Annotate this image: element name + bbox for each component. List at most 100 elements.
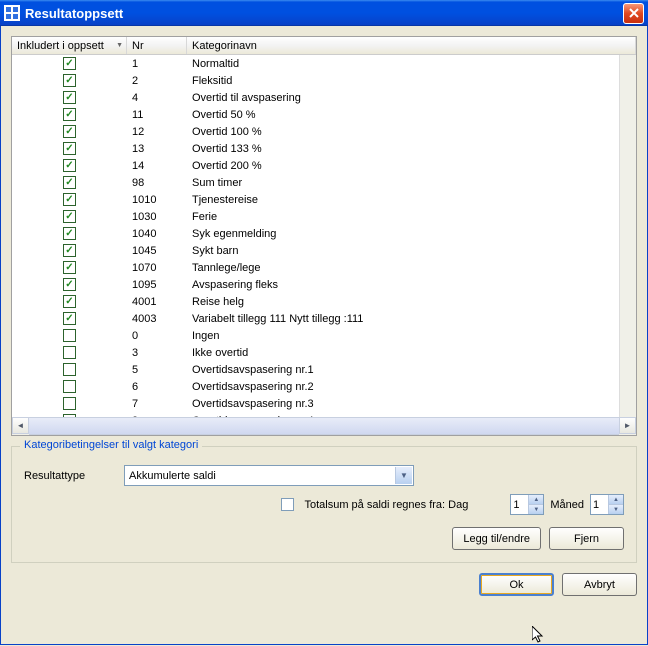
cell-inkludert: ✓: [12, 227, 127, 240]
table-row[interactable]: 6Overtidsavspasering nr.2: [12, 378, 636, 395]
row-checkbox[interactable]: [63, 363, 76, 376]
dag-spinner[interactable]: 1 ▲▼: [510, 494, 544, 515]
row-checkbox[interactable]: ✓: [63, 57, 76, 70]
table-row[interactable]: ✓4003Variabelt tillegg 111 Nytt tillegg …: [12, 310, 636, 327]
grid-body: ✓1Normaltid✓2Fleksitid✓4Overtid til avsp…: [12, 55, 636, 417]
sort-indicator-icon: ▼: [116, 42, 123, 49]
cell-kategori: Reise helg: [187, 296, 636, 308]
row-checkbox[interactable]: [63, 380, 76, 393]
cell-inkludert: [12, 397, 127, 410]
scroll-track[interactable]: [29, 417, 619, 435]
row-checkbox[interactable]: ✓: [63, 244, 76, 257]
table-row[interactable]: 3Ikke overtid: [12, 344, 636, 361]
table-row[interactable]: ✓1070Tannlege/lege: [12, 259, 636, 276]
scroll-right-button[interactable]: ►: [619, 417, 636, 434]
cell-kategori: Overtidsavspasering nr.2: [187, 381, 636, 393]
grid-header: Inkludert i oppsett ▼ Nr Kategorinavn: [12, 37, 636, 55]
row-checkbox[interactable]: ✓: [63, 193, 76, 206]
table-row[interactable]: ✓1045Sykt barn: [12, 242, 636, 259]
row-checkbox[interactable]: ✓: [63, 210, 76, 223]
app-icon: [4, 5, 20, 21]
table-row[interactable]: ✓1Normaltid: [12, 55, 636, 72]
row-checkbox[interactable]: ✓: [63, 74, 76, 87]
table-row[interactable]: 7Overtidsavspasering nr.3: [12, 395, 636, 412]
cell-inkludert: ✓: [12, 74, 127, 87]
row-checkbox[interactable]: [63, 346, 76, 359]
row-checkbox[interactable]: [63, 397, 76, 410]
cell-inkludert: ✓: [12, 244, 127, 257]
cell-nr: 1030: [127, 211, 187, 223]
cell-nr: 98: [127, 177, 187, 189]
table-row[interactable]: ✓1030Ferie: [12, 208, 636, 225]
cell-kategori: Avspasering fleks: [187, 279, 636, 291]
dag-value: 1: [513, 499, 519, 511]
table-row[interactable]: ✓4001Reise helg: [12, 293, 636, 310]
cell-nr: 4: [127, 92, 187, 104]
ok-button[interactable]: Ok: [479, 573, 554, 596]
vertical-scrollbar[interactable]: [619, 55, 636, 417]
cell-nr: 7: [127, 398, 187, 410]
cell-inkludert: ✓: [12, 125, 127, 138]
cell-inkludert: ✓: [12, 159, 127, 172]
cell-nr: 1095: [127, 279, 187, 291]
row-checkbox[interactable]: ✓: [63, 176, 76, 189]
totalsum-checkbox[interactable]: [281, 498, 294, 511]
table-row[interactable]: 0Ingen: [12, 327, 636, 344]
cell-nr: 11: [127, 109, 187, 121]
table-row[interactable]: ✓11Overtid 50 %: [12, 106, 636, 123]
cell-nr: 1045: [127, 245, 187, 257]
horizontal-scrollbar[interactable]: ◄ ►: [12, 417, 636, 435]
spin-down-icon[interactable]: ▼: [608, 505, 623, 514]
row-checkbox[interactable]: ✓: [63, 108, 76, 121]
cell-nr: 5: [127, 364, 187, 376]
header-nr[interactable]: Nr: [127, 37, 187, 54]
cell-nr: 14: [127, 160, 187, 172]
table-row[interactable]: ✓1040Syk egenmelding: [12, 225, 636, 242]
row-checkbox[interactable]: ✓: [63, 278, 76, 291]
row-checkbox[interactable]: ✓: [63, 91, 76, 104]
cell-inkludert: ✓: [12, 261, 127, 274]
table-row[interactable]: ✓12Overtid 100 %: [12, 123, 636, 140]
spin-up-icon[interactable]: ▲: [608, 495, 623, 505]
table-row[interactable]: ✓2Fleksitid: [12, 72, 636, 89]
maned-value: 1: [593, 499, 599, 511]
avbryt-button[interactable]: Avbryt: [562, 573, 637, 596]
row-checkbox[interactable]: ✓: [63, 227, 76, 240]
fjern-button[interactable]: Fjern: [549, 527, 624, 550]
row-checkbox[interactable]: ✓: [63, 125, 76, 138]
cell-kategori: Overtidsavspasering nr.3: [187, 398, 636, 410]
close-button[interactable]: [623, 3, 644, 24]
row-checkbox[interactable]: [63, 329, 76, 342]
table-row[interactable]: ✓1010Tjenestereise: [12, 191, 636, 208]
cell-inkludert: ✓: [12, 193, 127, 206]
cell-inkludert: ✓: [12, 295, 127, 308]
combo-arrow-icon: ▼: [395, 467, 412, 484]
cell-inkludert: [12, 346, 127, 359]
kategori-fieldset: Kategoribetingelser til valgt kategori R…: [11, 446, 637, 563]
cell-kategori: Overtid 200 %: [187, 160, 636, 172]
maned-label: Måned: [550, 499, 584, 511]
scroll-left-button[interactable]: ◄: [12, 417, 29, 434]
table-row[interactable]: 5Overtidsavspasering nr.1: [12, 361, 636, 378]
spin-down-icon[interactable]: ▼: [528, 505, 543, 514]
legg-til-endre-button[interactable]: Legg til/endre: [452, 527, 541, 550]
header-kategori[interactable]: Kategorinavn: [187, 37, 636, 54]
cell-kategori: Ingen: [187, 330, 636, 342]
table-row[interactable]: ✓13Overtid 133 %: [12, 140, 636, 157]
table-row[interactable]: ✓ 1095Avspasering fleks: [12, 276, 636, 293]
table-row[interactable]: ✓ 14Overtid 200 %: [12, 157, 636, 174]
cell-nr: 3: [127, 347, 187, 359]
table-row[interactable]: ✓4Overtid til avspasering: [12, 89, 636, 106]
row-checkbox[interactable]: ✓: [63, 295, 76, 308]
header-inkludert[interactable]: Inkludert i oppsett ▼: [12, 37, 127, 54]
row-checkbox[interactable]: ✓: [63, 159, 76, 172]
spin-up-icon[interactable]: ▲: [528, 495, 543, 505]
row-checkbox[interactable]: ✓: [63, 142, 76, 155]
cell-nr: 12: [127, 126, 187, 138]
cell-kategori: Sum timer: [187, 177, 636, 189]
maned-spinner[interactable]: 1 ▲▼: [590, 494, 624, 515]
table-row[interactable]: ✓ 98Sum timer: [12, 174, 636, 191]
row-checkbox[interactable]: ✓: [63, 261, 76, 274]
row-checkbox[interactable]: ✓: [63, 312, 76, 325]
resultattype-combo[interactable]: Akkumulerte saldi ▼: [124, 465, 414, 486]
